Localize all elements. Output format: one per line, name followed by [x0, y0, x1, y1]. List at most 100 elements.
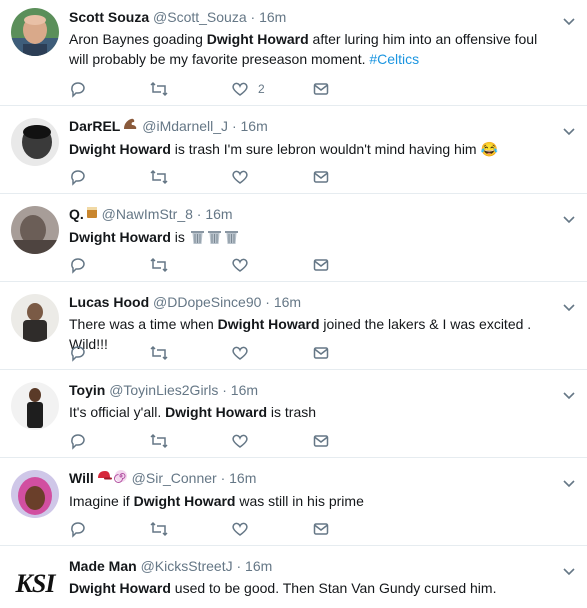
tweet-actions — [69, 432, 349, 452]
tweet-header: Will @Sir_Conner · 16m — [69, 469, 557, 488]
heart-icon — [231, 432, 249, 450]
separator-dot: · — [231, 118, 237, 134]
retweet-button[interactable] — [149, 520, 169, 538]
direct-message-button[interactable] — [312, 344, 330, 362]
muscle-emoji — [122, 117, 138, 136]
like-button[interactable] — [231, 432, 249, 450]
tweet[interactable]: KSI Made Man @KicksStreetJ · 16m Dwight … — [0, 546, 587, 608]
hashtag-link[interactable]: #Celtics — [369, 51, 419, 67]
separator-dot: · — [265, 294, 270, 310]
retweet-button[interactable] — [149, 344, 169, 362]
tweet-text: Imagine if Dwight Howard was still in hi… — [69, 493, 364, 509]
reply-button[interactable] — [69, 80, 87, 98]
chevron-down-icon[interactable] — [562, 124, 576, 136]
chevron-down-icon[interactable] — [562, 564, 576, 576]
reply-button[interactable] — [69, 256, 87, 274]
avatar[interactable] — [11, 294, 59, 342]
chevron-down-icon[interactable] — [562, 388, 576, 400]
tweet-text: Dwight Howard is — [69, 227, 557, 250]
retweet-button[interactable] — [149, 80, 169, 98]
highlighted-term: Dwight Howard — [133, 493, 236, 509]
direct-message-button[interactable] — [312, 432, 330, 450]
chevron-down-icon[interactable] — [562, 212, 576, 224]
user-handle[interactable]: @KicksStreetJ — [141, 558, 233, 574]
reply-button[interactable] — [69, 344, 87, 362]
tweet[interactable]: Lucas Hood @DDopeSince90 · 16m There was… — [0, 282, 587, 370]
display-name[interactable]: Toyin — [69, 382, 105, 398]
user-handle[interactable]: @DDopeSince90 — [153, 294, 261, 310]
display-name[interactable]: Will — [69, 470, 94, 486]
user-handle[interactable]: @iMdarnell_J — [142, 118, 228, 134]
tweet[interactable]: Will @Sir_Conner · 16m Imagine if Dwight… — [0, 458, 587, 546]
separator-dot: · — [236, 558, 242, 574]
retweet-icon — [149, 432, 169, 450]
heart-icon — [231, 344, 249, 362]
heart-icon — [231, 168, 249, 186]
tweet-feed: Scott Souza @Scott_Souza · 16m Aron Bayn… — [0, 0, 587, 608]
display-name[interactable]: Scott Souza — [69, 9, 149, 25]
avatar[interactable] — [11, 470, 59, 518]
envelope-icon — [312, 520, 330, 538]
tweet[interactable]: Toyin @ToyinLies2Girls · 16m It's offici… — [0, 370, 587, 458]
reply-button[interactable] — [69, 520, 87, 538]
timestamp[interactable]: 16m — [274, 294, 301, 310]
envelope-icon — [312, 344, 330, 362]
display-name[interactable]: DarREL — [69, 118, 120, 134]
user-handle[interactable]: @Sir_Conner — [132, 470, 217, 486]
chevron-down-icon[interactable] — [562, 14, 576, 26]
retweet-button[interactable] — [149, 256, 169, 274]
reply-icon — [69, 520, 87, 538]
direct-message-button[interactable] — [312, 80, 330, 98]
retweet-button[interactable] — [149, 168, 169, 186]
tweet[interactable]: DarREL @iMdarnell_J · 16m Dwight Howard … — [0, 106, 587, 194]
tweet-header: Made Man @KicksStreetJ · 16m — [69, 557, 557, 575]
chevron-down-icon[interactable] — [562, 300, 576, 312]
user-handle[interactable]: @NawImStr_8 — [102, 206, 193, 222]
retweet-button[interactable] — [149, 432, 169, 450]
user-handle[interactable]: @Scott_Souza — [153, 9, 247, 25]
timestamp[interactable]: 16m — [229, 470, 256, 486]
direct-message-button[interactable] — [312, 256, 330, 274]
reply-button[interactable] — [69, 168, 87, 186]
tweet-text: It's official y'all. Dwight Howard is tr… — [69, 404, 317, 420]
avatar[interactable] — [11, 8, 59, 56]
timestamp[interactable]: 16m — [245, 558, 272, 574]
tweet-header: Q. @NawImStr_8 · 16m — [69, 205, 557, 224]
highlighted-term: Dwight Howard — [165, 404, 268, 420]
timestamp[interactable]: 16m — [241, 118, 268, 134]
like-button[interactable] — [231, 344, 249, 362]
display-name[interactable]: Lucas Hood — [69, 294, 149, 310]
ksi-logo: KSI — [15, 569, 56, 598]
avatar[interactable] — [11, 118, 59, 166]
avatar[interactable] — [11, 382, 59, 430]
tweet-actions — [69, 168, 349, 188]
timestamp[interactable]: 16m — [231, 382, 258, 398]
avatar[interactable] — [11, 206, 59, 254]
like-button[interactable] — [231, 256, 249, 274]
tweet-header: Scott Souza @Scott_Souza · 16m — [69, 8, 557, 26]
highlighted-term: Dwight Howard — [206, 31, 309, 47]
tweet-text: Aron Baynes goading Dwight Howard after … — [69, 31, 538, 67]
timestamp[interactable]: 16m — [259, 9, 286, 25]
display-name[interactable]: Q. — [69, 206, 84, 222]
tweet[interactable]: Q. @NawImStr_8 · 16m Dwight Howard is — [0, 194, 587, 282]
tweet[interactable]: Scott Souza @Scott_Souza · 16m Aron Bayn… — [0, 0, 587, 106]
like-button[interactable] — [231, 520, 249, 538]
display-name[interactable]: Made Man — [69, 558, 137, 574]
baseball-cap-emoji — [96, 469, 112, 488]
drink-emoji — [86, 205, 98, 224]
chevron-down-icon[interactable] — [562, 476, 576, 488]
separator-dot: · — [250, 9, 256, 25]
avatar[interactable]: KSI — [11, 560, 59, 608]
reply-button[interactable] — [69, 432, 87, 450]
tweet-actions: 2 — [69, 80, 349, 100]
separator-dot: · — [196, 206, 202, 222]
user-handle[interactable]: @ToyinLies2Girls — [109, 382, 218, 398]
direct-message-button[interactable] — [312, 168, 330, 186]
like-button[interactable] — [231, 168, 249, 186]
retweet-icon — [149, 256, 169, 274]
trash-can-icon — [207, 231, 221, 244]
like-button[interactable]: 2 — [231, 80, 265, 98]
direct-message-button[interactable] — [312, 520, 330, 538]
timestamp[interactable]: 16m — [205, 206, 232, 222]
